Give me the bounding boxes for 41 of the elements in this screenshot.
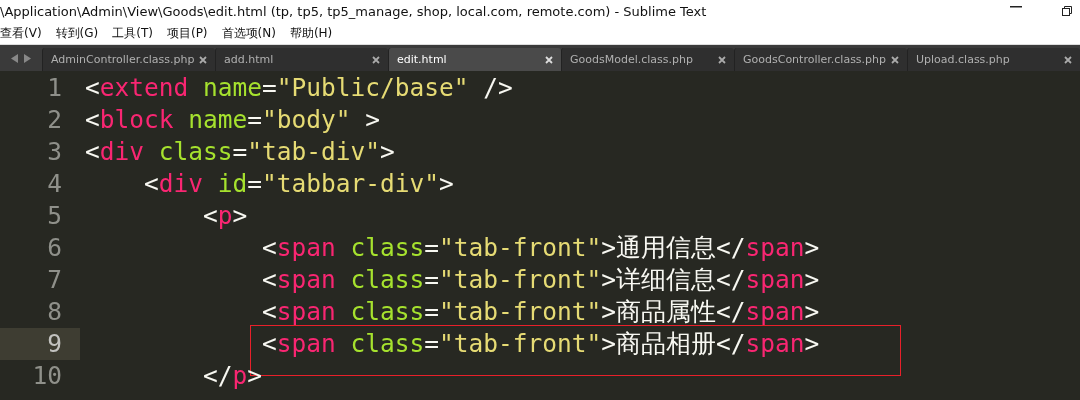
code-line: <extend name="Public/base" /> bbox=[85, 72, 513, 104]
line-number: 3 bbox=[46, 136, 63, 168]
code-line: <div class="tab-div"> bbox=[85, 136, 395, 168]
close-icon[interactable] bbox=[199, 55, 207, 64]
menu-item[interactable]: 查看(V) bbox=[0, 24, 42, 42]
line-number: 1 bbox=[46, 72, 63, 104]
close-icon[interactable] bbox=[891, 55, 899, 64]
menu-item[interactable]: 转到(G) bbox=[55, 24, 99, 42]
right-arrow-icon[interactable] bbox=[24, 53, 31, 63]
menu-item[interactable]: 首选项(N) bbox=[221, 24, 276, 42]
line-number: 6 bbox=[46, 232, 63, 264]
code-line: <p> bbox=[202, 200, 248, 232]
code-line: <span class="tab-front">商品相册</span> bbox=[261, 328, 820, 360]
close-icon[interactable] bbox=[718, 55, 726, 64]
code-line: <block name="body" > bbox=[85, 104, 381, 136]
minimize-icon[interactable] bbox=[1010, 6, 1022, 8]
left-arrow-icon[interactable] bbox=[11, 53, 18, 63]
maximize-icon[interactable] bbox=[1062, 6, 1072, 16]
line-number: 5 bbox=[46, 200, 63, 232]
close-icon[interactable] bbox=[1064, 55, 1072, 64]
file-tab[interactable]: edit.html bbox=[388, 48, 561, 71]
menu-item[interactable]: 工具(T) bbox=[112, 24, 153, 42]
file-tab[interactable]: Upload.class.php bbox=[907, 48, 1080, 71]
file-tab[interactable]: AdminController.class.php bbox=[42, 48, 215, 71]
window-title: \Application\Admin\View\Goods\edit.html (tp, tp5, tp5_manage, shop, local.com, remote.com) - Sublime Text bbox=[0, 3, 707, 19]
line-number: 7 bbox=[46, 264, 63, 296]
line-number: 8 bbox=[46, 296, 63, 328]
menu-item[interactable]: 帮助(H) bbox=[289, 24, 333, 42]
line-number: 9 bbox=[0, 328, 80, 360]
close-icon[interactable] bbox=[372, 55, 380, 64]
code-line: <span class="tab-front">商品属性</span> bbox=[261, 296, 820, 328]
file-tab[interactable]: GoodsController.class.php bbox=[734, 48, 907, 71]
code-line: <span class="tab-front">通用信息</span> bbox=[261, 232, 820, 264]
menu-item[interactable]: 项目(P) bbox=[166, 24, 208, 42]
file-tab[interactable]: GoodsModel.class.php bbox=[561, 48, 734, 71]
code-line: <div id="tabbar-div"> bbox=[143, 168, 454, 200]
line-number: 2 bbox=[46, 104, 63, 136]
line-number: 4 bbox=[46, 168, 63, 200]
code-line: <span class="tab-front">详细信息</span> bbox=[261, 264, 820, 296]
line-number: 10 bbox=[31, 360, 63, 392]
file-tab[interactable]: add.html bbox=[215, 48, 388, 71]
